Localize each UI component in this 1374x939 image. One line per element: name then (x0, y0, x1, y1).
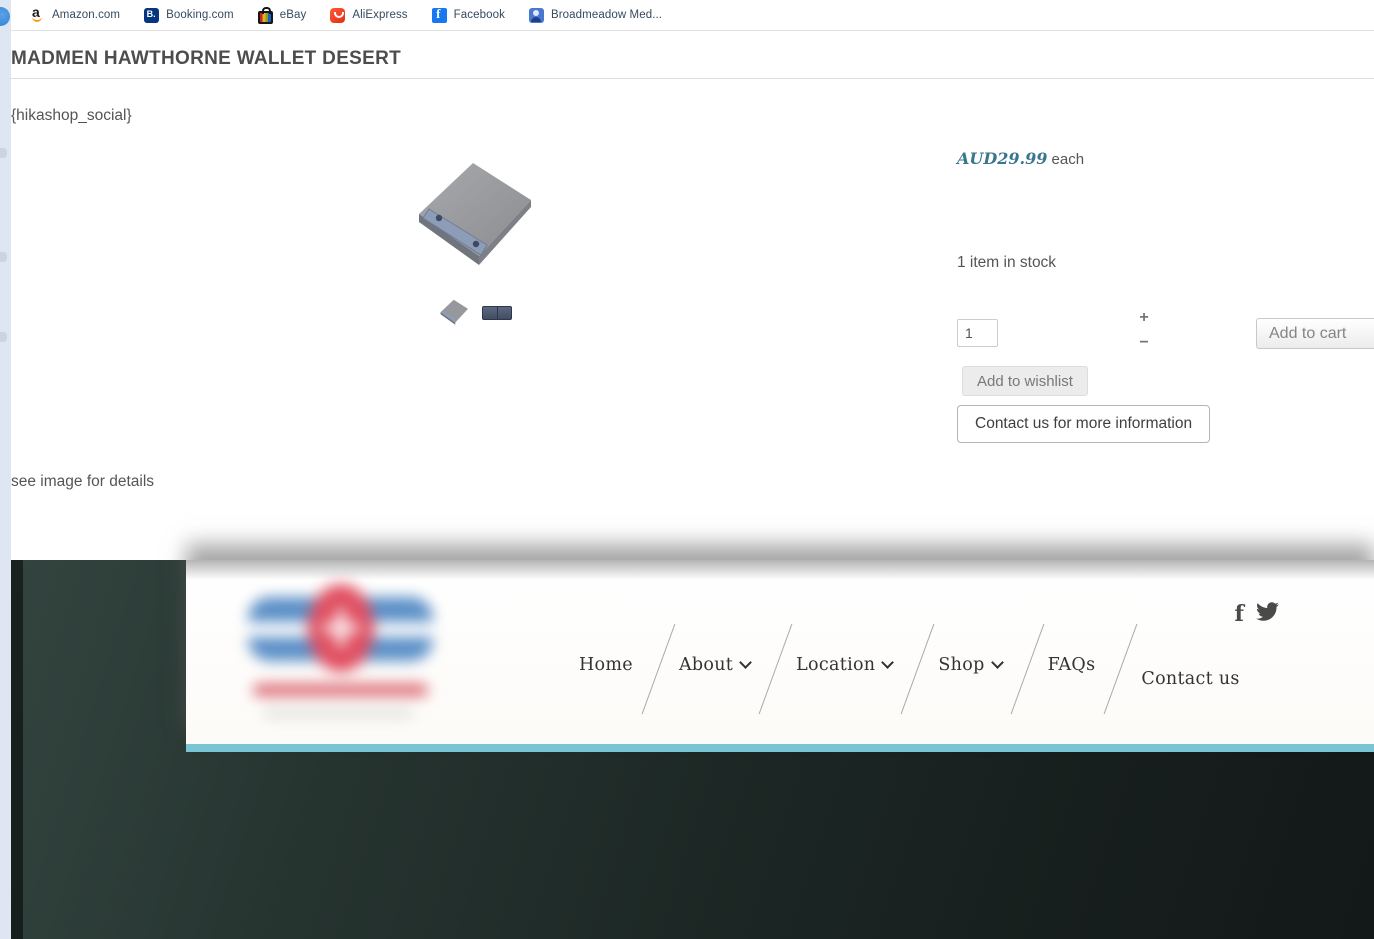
accent-bar (186, 744, 1374, 752)
bookmark-item[interactable]: Broadmeadow Med... (528, 7, 663, 23)
add-to-cart-button[interactable]: Add to cart (1256, 318, 1374, 349)
bookmark-item[interactable]: eBay (257, 6, 307, 24)
bookmark-item[interactable]: Amazon.com (30, 4, 121, 23)
bookmark-item[interactable]: AliExpress (330, 7, 408, 23)
product-title: MADMEN HAWTHORNE WALLET DESERT (11, 48, 402, 69)
facebook-icon (431, 6, 447, 23)
price-line: AUD29.99 each (957, 149, 1084, 168)
bookmark-label: Facebook (453, 9, 505, 21)
add-to-wishlist-button[interactable]: Add to wishlist (962, 366, 1088, 396)
bookmark-label: eBay (279, 9, 307, 21)
site-error-section: Home About Location Shop FAQs Contact us… (11, 560, 1374, 939)
stock-status: 1 item in stock (957, 254, 1057, 271)
bookmark-label: Booking.com (166, 9, 234, 21)
bookmark-label: Amazon.com (52, 9, 121, 21)
amazon-icon (30, 4, 45, 23)
bookmark-label: Broadmeadow Med... (550, 9, 663, 21)
product-thumbnail-1[interactable] (439, 299, 469, 326)
nav-label: About (678, 655, 734, 675)
price-value: AUD29.99 (957, 149, 1048, 168)
quantity-decrease-button[interactable]: − (1136, 335, 1152, 351)
bookmark-item[interactable]: Booking.com (144, 7, 234, 23)
nav-item-shop[interactable]: Shop (915, 655, 1024, 689)
blue-circle-icon (0, 7, 10, 26)
bookmarks-bar: Amazon.com Booking.com eBay AliExpress F… (11, 0, 1374, 31)
site-logo[interactable] (238, 572, 458, 722)
nav-label: Shop (938, 655, 985, 675)
quantity-input[interactable] (957, 319, 998, 347)
nav-label: Contact us (1141, 669, 1240, 689)
hikashop-social-placeholder: {hikashop_social} (11, 107, 132, 124)
aliexpress-icon (330, 7, 346, 23)
product-thumbnail-2[interactable] (482, 306, 512, 320)
nav-label: Home (579, 655, 633, 675)
divider (11, 78, 1374, 79)
nav-item-home[interactable]: Home (556, 655, 656, 689)
wallet-thumbnail-image (440, 299, 468, 325)
facebook-icon[interactable]: f (1235, 603, 1244, 625)
nav-item-contact-us[interactable]: Contact us (1118, 655, 1262, 689)
product-image-wallet[interactable] (413, 160, 535, 270)
wallet-image (419, 163, 531, 265)
nav-label: FAQs (1047, 655, 1096, 675)
adjacent-window-edge (0, 0, 11, 939)
bookmark-item[interactable]: Facebook (431, 6, 505, 23)
booking-icon (144, 7, 160, 23)
contact-us-button[interactable]: Contact us for more information (957, 405, 1211, 443)
twitter-icon[interactable] (1256, 602, 1279, 626)
nav-item-location[interactable]: Location (773, 655, 915, 689)
chevron-down-icon (739, 656, 753, 669)
ebay-icon (257, 6, 273, 24)
quantity-increase-button[interactable]: + (1136, 310, 1152, 326)
nav-item-about[interactable]: About (656, 655, 773, 689)
bookmark-label: AliExpress (352, 9, 408, 21)
product-description: see image for details (11, 473, 155, 490)
site-header: Home About Location Shop FAQs Contact us… (186, 560, 1374, 744)
header-social: f (1235, 602, 1279, 626)
nav-item-faqs[interactable]: FAQs (1025, 655, 1119, 689)
chevron-down-icon (881, 656, 895, 669)
main-nav: Home About Location Shop FAQs Contact us (556, 655, 1263, 689)
chevron-down-icon (990, 656, 1004, 669)
nav-label: Location (796, 655, 876, 675)
broadmeadow-icon (528, 7, 544, 23)
screen: Amazon.com Booking.com eBay AliExpress F… (0, 0, 1374, 939)
price-suffix: each (1047, 151, 1085, 168)
